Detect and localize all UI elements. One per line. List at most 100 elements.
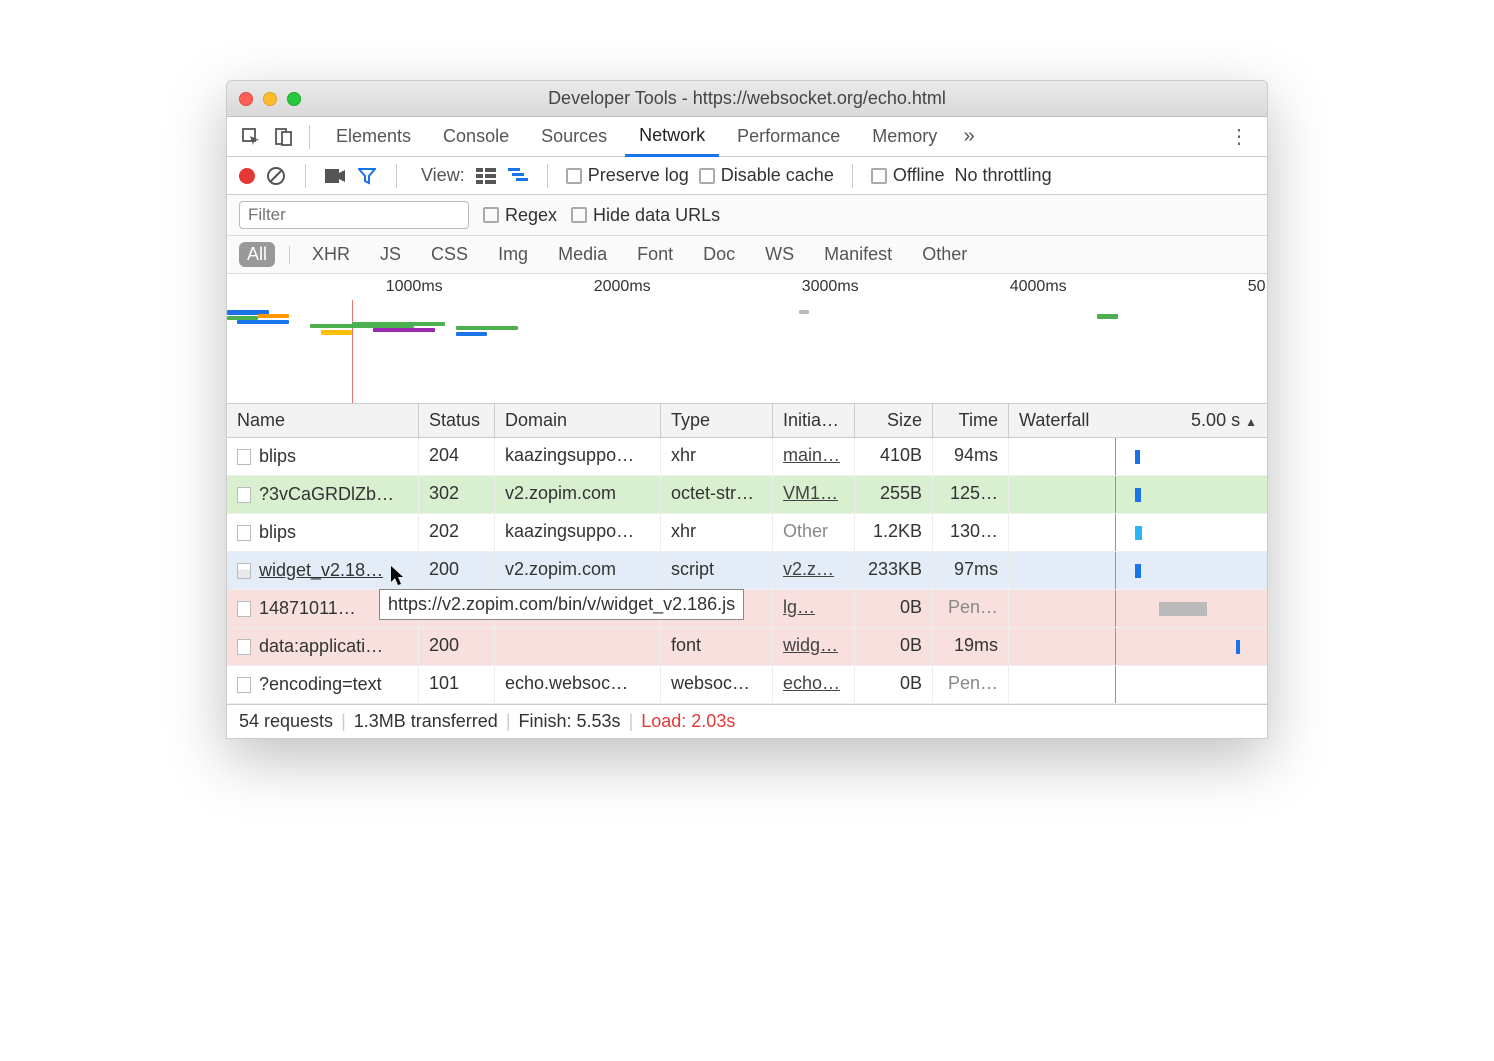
cell-size: 255B — [855, 476, 933, 513]
filter-other[interactable]: Other — [914, 242, 975, 267]
file-icon — [237, 525, 251, 541]
request-table: blips204kaazingsuppo…xhrmain…410B94ms?3v… — [227, 438, 1267, 704]
tick-label: 3000ms — [802, 278, 859, 296]
cell-size: 233KB — [855, 552, 933, 589]
cell-time: 97ms — [933, 552, 1009, 589]
summary-requests: 54 requests — [239, 711, 333, 732]
cell-initiator[interactable]: widg… — [773, 628, 855, 665]
cell-waterfall — [1009, 438, 1267, 475]
url-tooltip: https://v2.zopim.com/bin/v/widget_v2.186… — [379, 589, 744, 620]
separator — [852, 164, 853, 188]
cursor-icon — [391, 566, 407, 586]
cell-initiator[interactable]: Other — [773, 514, 855, 551]
tab-console[interactable]: Console — [429, 117, 523, 157]
type-filter-row: All XHR JS CSS Img Media Font Doc WS Man… — [227, 236, 1267, 274]
request-name: widget_v2.18… — [259, 560, 383, 581]
cell-domain: v2.zopim.com — [495, 476, 661, 513]
cell-initiator[interactable]: v2.z… — [773, 552, 855, 589]
request-row[interactable]: widget_v2.18…200v2.zopim.comscriptv2.z…2… — [227, 552, 1267, 590]
col-waterfall[interactable]: Waterfall5.00 s ▲ — [1009, 404, 1267, 437]
col-time[interactable]: Time — [933, 404, 1009, 437]
hide-data-urls-checkbox[interactable]: Hide data URLs — [571, 205, 720, 226]
request-row[interactable]: blips204kaazingsuppo…xhrmain…410B94ms — [227, 438, 1267, 476]
cell-type: octet-str… — [661, 476, 773, 513]
filter-xhr[interactable]: XHR — [304, 242, 358, 267]
cell-waterfall — [1009, 476, 1267, 513]
request-row[interactable]: data:applicati…200fontwidg…0B19ms — [227, 628, 1267, 666]
cell-time: 125… — [933, 476, 1009, 513]
filter-manifest[interactable]: Manifest — [816, 242, 900, 267]
large-rows-icon[interactable] — [475, 165, 497, 187]
preserve-log-checkbox[interactable]: Preserve log — [566, 165, 689, 186]
filter-font[interactable]: Font — [629, 242, 681, 267]
cell-domain: kaazingsuppo… — [495, 514, 661, 551]
record-button[interactable] — [239, 168, 255, 184]
tick-label: 2000ms — [594, 278, 651, 296]
tab-memory[interactable]: Memory — [858, 117, 951, 157]
col-name[interactable]: Name — [227, 404, 419, 437]
col-domain[interactable]: Domain — [495, 404, 661, 437]
file-icon — [237, 487, 251, 503]
offline-checkbox[interactable]: Offline — [871, 165, 945, 186]
summary-load: Load: 2.03s — [641, 711, 735, 732]
titlebar: Developer Tools - https://websocket.org/… — [227, 81, 1267, 117]
cell-time: 130… — [933, 514, 1009, 551]
tick-label: 1000ms — [386, 278, 443, 296]
cell-type: websoc… — [661, 666, 773, 703]
disable-cache-label: Disable cache — [721, 165, 834, 186]
filter-doc[interactable]: Doc — [695, 242, 743, 267]
cell-domain: v2.zopim.com — [495, 552, 661, 589]
cell-domain: echo.websoc… — [495, 666, 661, 703]
filter-js[interactable]: JS — [372, 242, 409, 267]
filter-css[interactable]: CSS — [423, 242, 476, 267]
filter-row: Regex Hide data URLs — [227, 195, 1267, 236]
col-type[interactable]: Type — [661, 404, 773, 437]
separator — [396, 164, 397, 188]
request-row[interactable]: blips202kaazingsuppo…xhrOther1.2KB130… — [227, 514, 1267, 552]
cell-size: 0B — [855, 666, 933, 703]
device-toggle-icon[interactable] — [269, 123, 297, 151]
throttling-select[interactable]: No throttling — [955, 165, 1052, 186]
more-tabs-icon[interactable]: » — [955, 123, 983, 151]
cell-status: 204 — [419, 438, 495, 475]
cell-waterfall — [1009, 628, 1267, 665]
inspect-element-icon[interactable] — [237, 123, 265, 151]
panel-tabs: Elements Console Sources Network Perform… — [227, 117, 1267, 157]
tick-label: 4000ms — [1010, 278, 1067, 296]
filter-ws[interactable]: WS — [757, 242, 802, 267]
disable-cache-checkbox[interactable]: Disable cache — [699, 165, 834, 186]
col-size[interactable]: Size — [855, 404, 933, 437]
filter-input[interactable] — [239, 201, 469, 229]
cell-time: 19ms — [933, 628, 1009, 665]
cell-waterfall — [1009, 666, 1267, 703]
tab-elements[interactable]: Elements — [322, 117, 425, 157]
tab-performance[interactable]: Performance — [723, 117, 854, 157]
tab-sources[interactable]: Sources — [527, 117, 621, 157]
request-name: ?encoding=text — [259, 674, 382, 695]
timeline-overview[interactable]: 1000ms 2000ms 3000ms 4000ms 50 — [227, 274, 1267, 404]
cell-initiator[interactable]: main… — [773, 438, 855, 475]
col-initiator[interactable]: Initia… — [773, 404, 855, 437]
filter-media[interactable]: Media — [550, 242, 615, 267]
file-icon — [237, 677, 251, 693]
request-row[interactable]: ?encoding=text101echo.websoc…websoc…echo… — [227, 666, 1267, 704]
kebab-menu-icon[interactable]: ⋮ — [1221, 124, 1257, 149]
file-icon — [237, 639, 251, 655]
regex-checkbox[interactable]: Regex — [483, 205, 557, 226]
filter-img[interactable]: Img — [490, 242, 536, 267]
hide-data-urls-label: Hide data URLs — [593, 205, 720, 226]
cell-initiator[interactable]: echo… — [773, 666, 855, 703]
filter-all[interactable]: All — [239, 242, 275, 267]
table-header: Name Status Domain Type Initia… Size Tim… — [227, 404, 1267, 438]
regex-label: Regex — [505, 205, 557, 226]
request-row[interactable]: ?3vCaGRDlZb…302v2.zopim.comoctet-str…VM1… — [227, 476, 1267, 514]
clear-button[interactable] — [265, 165, 287, 187]
camera-icon[interactable] — [324, 165, 346, 187]
cell-initiator[interactable]: VM1… — [773, 476, 855, 513]
cell-type: script — [661, 552, 773, 589]
cell-initiator[interactable]: lg… — [773, 590, 855, 627]
waterfall-view-icon[interactable] — [507, 165, 529, 187]
filter-icon[interactable] — [356, 165, 378, 187]
tab-network[interactable]: Network — [625, 117, 719, 157]
col-status[interactable]: Status — [419, 404, 495, 437]
